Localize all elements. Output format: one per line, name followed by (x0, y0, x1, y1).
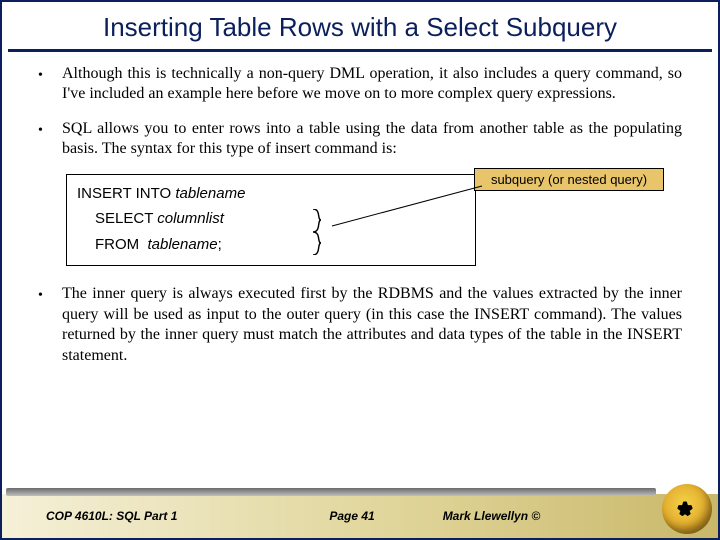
footer: COP 4610L: SQL Part 1 Page 41 Mark Llewe… (2, 494, 718, 538)
syntax-line-3: FROM tablename; (77, 232, 465, 258)
kw-from: FROM (95, 236, 148, 253)
bullet-2-text: SQL allows you to enter rows into a tabl… (62, 119, 682, 160)
kw-select: SELECT (95, 210, 157, 227)
title-underline (8, 49, 712, 52)
var-columnlist: columnlist (157, 210, 224, 227)
semicolon: ; (218, 236, 222, 253)
bullet-dot-icon: • (38, 119, 62, 160)
footer-left: COP 4610L: SQL Part 1 (2, 509, 321, 523)
bullet-dot-icon: • (38, 284, 62, 366)
brace-icon (311, 209, 325, 255)
footer-center: Page 41 (321, 509, 382, 523)
callout-box: subquery (or nested query) (474, 168, 664, 191)
bullet-3-text: The inner query is always executed first… (62, 284, 682, 366)
callout-text: subquery (or nested query) (491, 172, 647, 187)
callout-connector-icon (332, 180, 482, 220)
kw-insert-into: INSERT INTO (77, 185, 175, 202)
bullet-1: • Although this is technically a non-que… (38, 64, 682, 105)
bullet-3: • The inner query is always executed fir… (38, 284, 682, 366)
slide-body: • Although this is technically a non-que… (2, 64, 718, 494)
bullet-1-text: Although this is technically a non-query… (62, 64, 682, 105)
slide-title: Inserting Table Rows with a Select Subqu… (2, 2, 718, 49)
ucf-logo-icon (662, 484, 712, 534)
var-tablename-1: tablename (175, 185, 245, 202)
syntax-wrap: INSERT INTO tablename SELECT columnlist … (66, 174, 476, 267)
var-tablename-2: tablename (148, 236, 218, 253)
footer-topbar (6, 488, 656, 496)
bullet-dot-icon: • (38, 64, 62, 105)
bullet-2: • SQL allows you to enter rows into a ta… (38, 119, 682, 160)
slide: Inserting Table Rows with a Select Subqu… (0, 0, 720, 540)
